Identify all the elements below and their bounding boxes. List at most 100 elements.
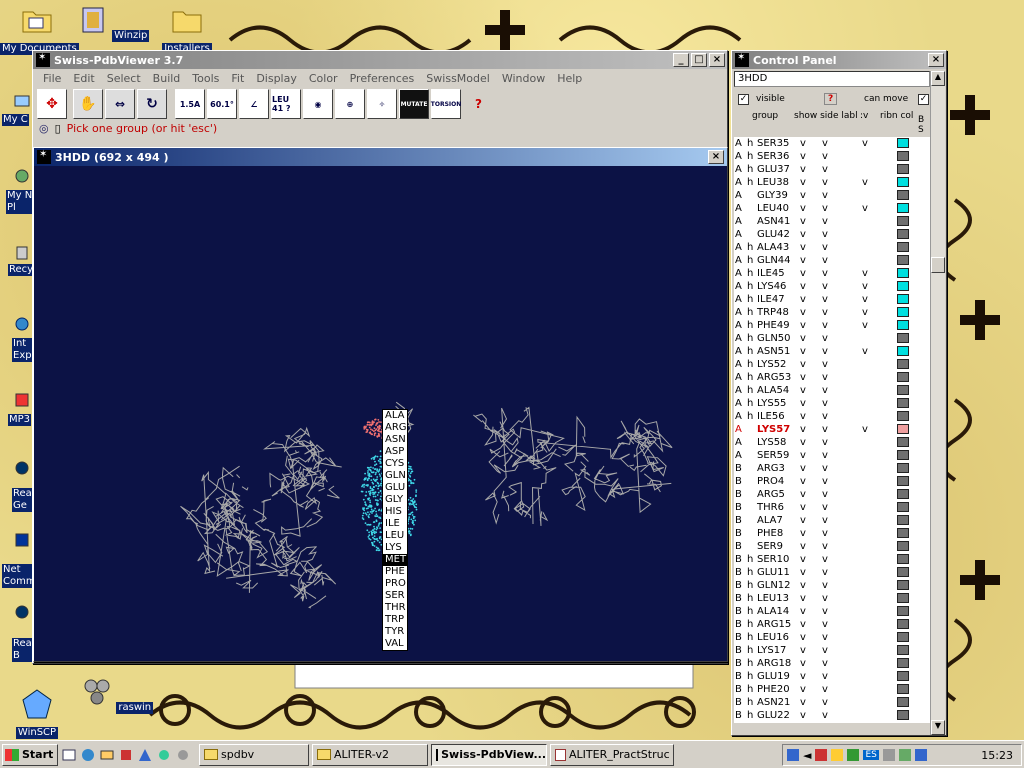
visible-checkbox[interactable]: ✓ <box>738 94 749 105</box>
translate-tool-button[interactable]: ✋ <box>73 89 103 119</box>
menu-window[interactable]: Window <box>496 72 551 85</box>
tray-app-icon[interactable] <box>914 749 927 761</box>
residue-row[interactable]: Ah GLN50 v v <box>734 332 930 345</box>
residue-row[interactable]: Bh ALA14 v v <box>734 605 930 618</box>
residue-row[interactable]: Bh GLU22 v v <box>734 709 930 722</box>
residue-option[interactable]: PHE <box>383 566 407 578</box>
residue-row[interactable]: Ah GLN44 v v <box>734 254 930 267</box>
ribbon-color-swatch[interactable] <box>897 411 909 421</box>
residue-row[interactable]: A LEU40 v v v <box>734 202 930 215</box>
menu-file[interactable]: File <box>37 72 67 85</box>
residue-option[interactable]: PRO <box>383 578 407 590</box>
menu-swissmodel[interactable]: SwissModel <box>420 72 496 85</box>
ribbon-color-swatch[interactable] <box>897 229 909 239</box>
ribbon-color-swatch[interactable] <box>897 463 909 473</box>
ribbon-color-swatch[interactable] <box>897 515 909 525</box>
centroid-tool-button[interactable]: ✧ <box>367 89 397 119</box>
ribbon-color-swatch[interactable] <box>897 385 909 395</box>
ribbon-color-swatch[interactable] <box>897 684 909 694</box>
ribbon-color-swatch[interactable] <box>897 190 909 200</box>
control-panel-titlebar[interactable]: Control Panel × <box>732 51 946 69</box>
residue-row[interactable]: Bh SER10 v v <box>734 553 930 566</box>
ribbon-color-swatch[interactable] <box>897 203 909 213</box>
ribbon-color-swatch[interactable] <box>897 710 909 720</box>
vertical-scrollbar[interactable]: ▲ ▼ <box>930 71 945 735</box>
ribbon-color-swatch[interactable] <box>897 645 909 655</box>
residue-row[interactable]: Ah LEU38 v v v <box>734 176 930 189</box>
close-button[interactable]: × <box>709 53 725 67</box>
residue-option[interactable]: LEU <box>383 530 407 542</box>
dihedral-tool-button[interactable]: ∠ <box>239 89 269 119</box>
menu-edit[interactable]: Edit <box>67 72 100 85</box>
menu-fit[interactable]: Fit <box>225 72 250 85</box>
menu-help[interactable]: Help <box>551 72 588 85</box>
quicklaunch-app-icon[interactable] <box>175 747 191 763</box>
show-side-label-header[interactable]: show side labl <box>794 111 858 121</box>
residue-row[interactable]: Bh GLU19 v v <box>734 670 930 683</box>
residue-row[interactable]: A ASN41 v v <box>734 215 930 228</box>
ribbon-color-swatch[interactable] <box>897 450 909 460</box>
scroll-down-arrow[interactable]: ▼ <box>931 720 945 735</box>
ribbon-color-swatch[interactable] <box>897 320 909 330</box>
tray-network-icon[interactable] <box>787 749 799 761</box>
residue-row[interactable]: Bh GLN12 v v <box>734 579 930 592</box>
torsion-tool-button[interactable]: TORSION <box>431 89 461 119</box>
residue-row[interactable]: B PRO4 v v <box>734 475 930 488</box>
task-aliter-v2[interactable]: ALITER-v2 <box>312 743 428 766</box>
desktop-icon-raswin[interactable]: raswin <box>80 676 154 714</box>
ribbon-color-swatch[interactable] <box>897 437 909 447</box>
residue-option[interactable]: MET <box>383 554 407 566</box>
zoom-tool-button[interactable]: ⇔ <box>105 89 135 119</box>
tray-app-icon[interactable] <box>815 749 828 761</box>
residue-row[interactable]: Ah LYS52 v v <box>734 358 930 371</box>
ribbon-color-swatch[interactable] <box>897 528 909 538</box>
desktop-icon-my-documents[interactable]: My Documents <box>0 4 79 55</box>
desktop-icon-mp3[interactable]: MP3 <box>8 414 32 426</box>
v-header[interactable]: :v <box>860 111 868 121</box>
move-tool-button[interactable]: ✥ <box>37 89 67 119</box>
quicklaunch-app-icon[interactable] <box>118 747 134 763</box>
residue-row[interactable]: Bh LEU13 v v <box>734 592 930 605</box>
residue-row[interactable]: B ALA7 v v <box>734 514 930 527</box>
close-button[interactable]: × <box>708 150 724 164</box>
task-swiss-pdbviewer[interactable]: Swiss-PdbView... <box>431 743 547 766</box>
ribbon-color-swatch[interactable] <box>897 333 909 343</box>
ribbon-color-swatch[interactable] <box>897 593 909 603</box>
show-desktop-icon[interactable] <box>61 747 77 763</box>
neighbors-tool-button[interactable]: ⊕ <box>335 89 365 119</box>
residue-option[interactable]: CYS <box>383 458 407 470</box>
ribbon-color-swatch[interactable] <box>897 372 909 382</box>
minimize-button[interactable]: _ <box>673 53 689 67</box>
close-button[interactable]: × <box>928 53 944 67</box>
desktop-icon-netscape[interactable]: Net Comm <box>2 564 36 588</box>
tray-app-icon[interactable] <box>882 749 895 761</box>
mutate-tool-button[interactable]: MUTATE <box>399 89 429 119</box>
ribbon-color-swatch[interactable] <box>897 398 909 408</box>
menu-build[interactable]: Build <box>147 72 187 85</box>
ribbon-color-swatch[interactable] <box>897 268 909 278</box>
quicklaunch-app-icon[interactable] <box>156 747 172 763</box>
residue-row[interactable]: Ah LYS46 v v v <box>734 280 930 293</box>
ribbon-color-swatch[interactable] <box>897 138 909 148</box>
residue-option[interactable]: THR <box>383 602 407 614</box>
distance-tool-button[interactable]: 1.5A <box>175 89 205 119</box>
residue-option[interactable]: GLN <box>383 470 407 482</box>
ribbon-color-swatch[interactable] <box>897 281 909 291</box>
menu-display[interactable]: Display <box>250 72 303 85</box>
desktop-icon-my-computer[interactable]: My C <box>2 114 29 126</box>
help-icon[interactable]: ? <box>475 97 482 111</box>
residue-row[interactable]: Ah ILE45 v v v <box>734 267 930 280</box>
residue-option[interactable]: ALA <box>383 410 407 422</box>
residue-row[interactable]: A LYS57 v v v <box>734 423 930 436</box>
desktop-icon-recycle-bin[interactable]: Recy <box>8 264 35 276</box>
residue-option[interactable]: ARG <box>383 422 407 434</box>
residue-option[interactable]: VAL <box>383 638 407 650</box>
molecule-titlebar[interactable]: 3HDD (692 x 494 ) × <box>34 148 727 166</box>
residue-row[interactable]: Ah GLU37 v v <box>734 163 930 176</box>
residue-row[interactable]: Ah LYS55 v v <box>734 397 930 410</box>
residue-row[interactable]: Ah ILE56 v v <box>734 410 930 423</box>
ribbon-color-swatch[interactable] <box>897 502 909 512</box>
residue-row[interactable]: B PHE8 v v <box>734 527 930 540</box>
residue-row[interactable]: Bh GLU11 v v <box>734 566 930 579</box>
residue-row[interactable]: Bh LYS17 v v <box>734 644 930 657</box>
